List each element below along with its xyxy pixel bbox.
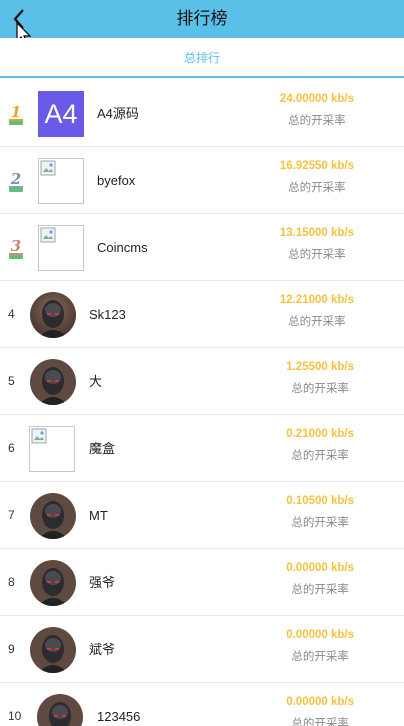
rank-number: 6: [8, 441, 15, 455]
ranking-row[interactable]: 8 强爷 0.00000 kb/s 总的开采率: [0, 549, 404, 616]
svg-text:3: 3: [11, 237, 21, 255]
app-header: 排行榜: [0, 0, 404, 45]
mining-rate: 24.00000 kb/s: [279, 93, 354, 105]
tab-overall[interactable]: 总排行: [0, 38, 404, 78]
rate-block: 16.92550 kb/s 总的开采率: [280, 160, 354, 195]
robot-avatar-icon: [30, 493, 76, 539]
avatar: [29, 426, 75, 472]
user-name: 强爷: [89, 575, 116, 590]
avatar: [30, 493, 76, 539]
rate-label: 总的开采率: [291, 584, 349, 596]
robot-avatar-icon: [37, 694, 83, 726]
ranking-row[interactable]: 5 大 1.25500 kb/s 总的开采率: [0, 348, 404, 415]
rate-block: 0.00000 kb/s 总的开采率: [286, 562, 354, 597]
rate-label: 总的开采率: [288, 182, 346, 194]
user-name: MT: [89, 508, 108, 523]
broken-image-icon: [40, 227, 56, 243]
avatar: [38, 158, 84, 204]
user-name: Coincms: [97, 240, 148, 255]
rate-block: 0.10500 kb/s 总的开采率: [286, 495, 354, 530]
rate-label: 总的开采率: [291, 651, 349, 663]
robot-avatar-icon: [30, 359, 76, 405]
avatar: [37, 694, 83, 726]
rank-number: 4: [8, 307, 15, 321]
mining-rate: 0.10500 kb/s: [286, 495, 354, 507]
rate-label: 总的开采率: [291, 718, 349, 726]
ranking-list: 1 A4 A4源码 24.00000 kb/s 总的开采率 2 byefox 1…: [0, 80, 404, 726]
rate-block: 12.21000 kb/s 总的开采率: [280, 294, 354, 329]
ranking-row[interactable]: 3 Coincms 13.15000 kb/s 总的开采率: [0, 214, 404, 281]
rank-number: 8: [8, 575, 15, 589]
ranking-row[interactable]: 4 Sk123 12.21000 kb/s 总的开采率: [0, 281, 404, 348]
robot-avatar-icon: [30, 627, 76, 673]
user-name: 魔盒: [89, 441, 116, 456]
ranking-row[interactable]: 6 魔盒 0.21000 kb/s 总的开采率: [0, 415, 404, 482]
avatar: A4: [38, 91, 84, 137]
rate-label: 总的开采率: [291, 517, 349, 529]
ranking-row[interactable]: 9 斌爷 0.00000 kb/s 总的开采率: [0, 616, 404, 683]
mining-rate: 0.00000 kb/s: [286, 562, 354, 574]
rank-number: 9: [8, 642, 15, 656]
mining-rate: 1.25500 kb/s: [286, 361, 354, 373]
user-name: Sk123: [89, 307, 126, 322]
ranking-row[interactable]: 10 123456 0.00000 kb/s 总的开采率: [0, 683, 404, 726]
rate-block: 1.25500 kb/s 总的开采率: [286, 361, 354, 396]
rate-label: 总的开采率: [288, 249, 346, 261]
avatar: [38, 225, 84, 271]
rate-label: 总的开采率: [288, 316, 346, 328]
rate-label: 总的开采率: [291, 383, 349, 395]
rate-block: 13.15000 kb/s 总的开采率: [280, 227, 354, 262]
bronze-medal-icon: 3: [9, 237, 23, 259]
user-name: byefox: [97, 173, 136, 188]
rank-number: 10: [8, 709, 22, 723]
avatar: [30, 627, 76, 673]
robot-avatar-icon: [30, 560, 76, 606]
page-title: 排行榜: [176, 9, 228, 28]
avatar: [30, 359, 76, 405]
svg-text:1: 1: [11, 103, 21, 121]
gold-medal-icon: 1: [9, 103, 23, 125]
rank-number: 7: [8, 508, 15, 522]
silver-medal-icon: 2: [9, 170, 23, 192]
rank-number: 5: [8, 374, 15, 388]
user-name: A4源码: [97, 106, 139, 121]
rate-label: 总的开采率: [291, 450, 349, 462]
user-name: 123456: [97, 709, 141, 724]
rate-block: 0.00000 kb/s 总的开采率: [286, 629, 354, 664]
broken-image-icon: [31, 428, 47, 444]
rate-block: 0.00000 kb/s 总的开采率: [286, 696, 354, 726]
rate-label: 总的开采率: [288, 115, 346, 127]
rate-block: 24.00000 kb/s 总的开采率: [280, 93, 354, 128]
avatar: [30, 292, 76, 338]
ranking-row[interactable]: 1 A4 A4源码 24.00000 kb/s 总的开采率: [0, 80, 404, 147]
mining-rate: 0.21000 kb/s: [286, 428, 354, 440]
mining-rate: 0.00000 kb/s: [286, 629, 354, 641]
user-name: 大: [89, 374, 103, 389]
mining-rate: 0.00000 kb/s: [286, 696, 354, 708]
tab-bar: 总排行: [0, 38, 404, 78]
svg-text:2: 2: [10, 170, 21, 188]
broken-image-icon: [40, 160, 56, 176]
robot-avatar-icon: [30, 292, 76, 338]
ranking-row[interactable]: 7 MT 0.10500 kb/s 总的开采率: [0, 482, 404, 549]
mining-rate: 16.92550 kb/s: [279, 160, 354, 172]
mining-rate: 12.21000 kb/s: [279, 294, 354, 306]
avatar: [30, 560, 76, 606]
ranking-row[interactable]: 2 byefox 16.92550 kb/s 总的开采率: [0, 147, 404, 214]
rate-block: 0.21000 kb/s 总的开采率: [286, 428, 354, 463]
user-name: 斌爷: [89, 642, 116, 657]
mining-rate: 13.15000 kb/s: [279, 227, 354, 239]
